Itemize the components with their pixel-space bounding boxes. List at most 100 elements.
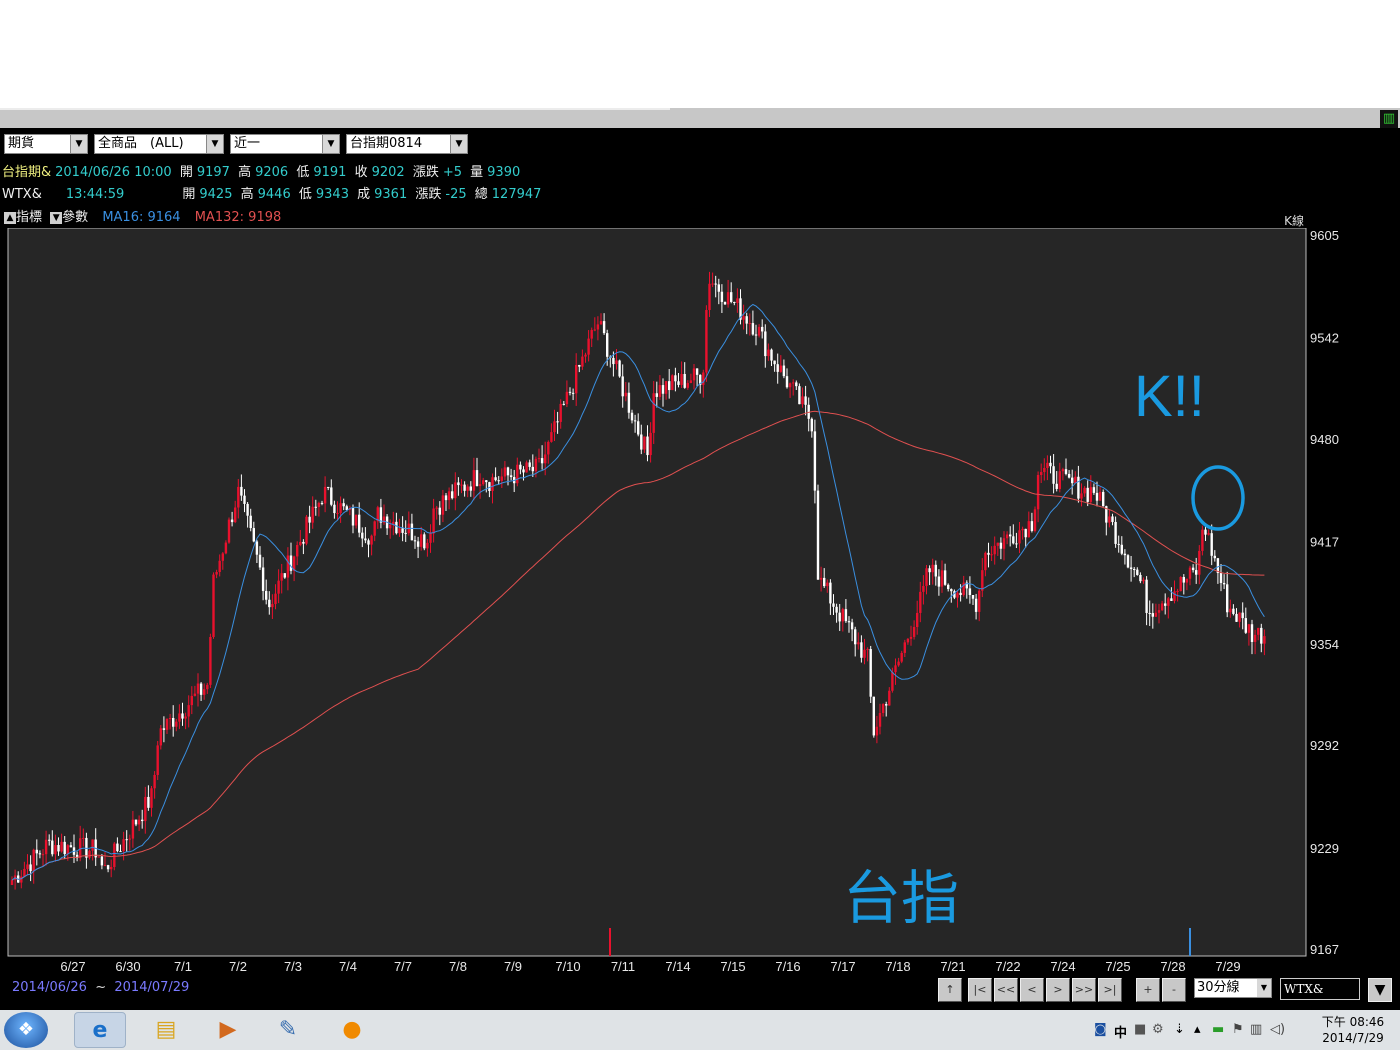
- grid-icon[interactable]: ▥: [1380, 110, 1398, 128]
- chevron-down-icon: ▼: [1257, 979, 1271, 997]
- ime-mode[interactable]: 中: [1114, 1022, 1127, 1041]
- indicator-button[interactable]: 指標: [16, 210, 42, 225]
- quote1-high: 9206: [255, 165, 289, 180]
- first-button[interactable]: |<: [968, 978, 992, 1002]
- y-tick-label: 9480: [1310, 432, 1339, 447]
- zoom-in-button[interactable]: +: [1136, 978, 1160, 1002]
- windows-logo-icon: ❖: [17, 1019, 35, 1040]
- x-tick-label: 7/1: [174, 959, 192, 974]
- folder-icon[interactable]: ▤: [140, 1012, 192, 1048]
- y-tick-label: 9605: [1310, 228, 1339, 243]
- candle-body: [1250, 624, 1254, 642]
- next-page-button[interactable]: >>: [1072, 978, 1096, 1002]
- quote1-chg-label: 漲跌: [412, 165, 439, 180]
- candle-body: [993, 545, 996, 555]
- candle-body: [627, 392, 631, 413]
- zoom-out-button[interactable]: -: [1162, 978, 1186, 1002]
- candle-body: [928, 568, 931, 573]
- candle-body: [497, 480, 500, 482]
- candle-body: [1021, 528, 1024, 531]
- candle-body: [137, 819, 141, 825]
- candle-body: [144, 796, 147, 822]
- date-range: 2014/06/26 ~ 2014/07/29: [12, 980, 189, 995]
- x-tick-label: 7/25: [1105, 959, 1130, 974]
- candle-body: [956, 592, 959, 598]
- pin-icon[interactable]: ⇣: [1174, 1022, 1185, 1037]
- candle-body: [668, 381, 671, 391]
- candle-body: [1176, 591, 1179, 593]
- chat-app-icon[interactable]: ●: [326, 1012, 378, 1048]
- candle-body: [172, 717, 175, 727]
- candle-body: [100, 856, 104, 866]
- quote-line-1: 台指期& 2014/06/26 10:00 開 9197 高 9206 低 9191 收…: [2, 165, 524, 181]
- symbol-input[interactable]: WTX&: [1280, 978, 1360, 1000]
- candle-body: [677, 381, 680, 385]
- dropdown-arrow-button[interactable]: ▼: [1368, 978, 1392, 1002]
- candle-body: [82, 837, 85, 839]
- candle-body: [596, 324, 600, 330]
- candle-body: [968, 588, 972, 596]
- candle-body: [971, 595, 975, 599]
- candle-body: [1167, 598, 1170, 606]
- next-button[interactable]: >: [1046, 978, 1070, 1002]
- prev-button[interactable]: <: [1020, 978, 1044, 1002]
- ie-browser-icon[interactable]: e: [74, 1012, 126, 1048]
- flag-icon[interactable]: ⚑: [1232, 1022, 1244, 1037]
- candle-body: [568, 391, 572, 393]
- param-button[interactable]: 參數: [62, 210, 88, 225]
- candle-body: [1207, 533, 1210, 535]
- tray-expand-icon[interactable]: ▴: [1194, 1022, 1201, 1037]
- date-range-from: 2014/06/26: [12, 980, 87, 995]
- candle-body: [438, 507, 441, 515]
- candle-body: [246, 503, 249, 516]
- candle-body: [519, 464, 522, 470]
- candle-body: [1210, 533, 1213, 556]
- candle-body: [1235, 613, 1238, 622]
- line-chat-icon[interactable]: ▬: [1212, 1022, 1224, 1037]
- candle-body: [785, 376, 789, 388]
- up-button[interactable]: ↑: [938, 978, 962, 1002]
- candle-body: [1170, 598, 1173, 601]
- volume-icon[interactable]: ◁): [1270, 1022, 1285, 1037]
- triangle-up-icon[interactable]: ▲: [4, 211, 16, 224]
- candle-body: [767, 349, 770, 357]
- interval-select[interactable]: 30分線 ▼: [1194, 978, 1272, 998]
- quote2-close: 9361: [374, 187, 408, 202]
- contract-select-value: 台指期0814: [350, 136, 423, 151]
- candle-body: [91, 839, 94, 851]
- candle-body: [54, 845, 57, 855]
- candle-body: [534, 458, 538, 472]
- product-select[interactable]: 全商品 (ALL) ▼: [94, 134, 224, 154]
- media-player-icon[interactable]: ▶: [202, 1012, 254, 1048]
- prev-page-button[interactable]: <<: [994, 978, 1018, 1002]
- candle-body: [311, 506, 314, 523]
- candle-body: [1126, 555, 1130, 568]
- candle-body: [553, 421, 556, 433]
- candle-body: [1238, 612, 1241, 622]
- candle-body: [1232, 608, 1235, 614]
- candle-body: [482, 480, 485, 485]
- candle-body: [819, 577, 823, 580]
- app-icon[interactable]: ✎: [262, 1012, 314, 1048]
- candle-body: [150, 788, 153, 808]
- candle-body: [1036, 474, 1040, 510]
- triangle-down-icon[interactable]: ▼: [50, 211, 63, 224]
- candle-body: [268, 599, 271, 608]
- start-button[interactable]: ❖: [4, 1012, 48, 1048]
- candle-body: [469, 486, 472, 491]
- month-select[interactable]: 近一 ▼: [230, 134, 340, 154]
- quote2-time: 13:44:59: [65, 187, 125, 202]
- candle-body: [398, 528, 401, 534]
- candle-body: [156, 745, 159, 775]
- candlestick-chart[interactable]: 9605 9542 9480 9417 9354 9292 9229 9167 6/27 6/3…: [0, 228, 1400, 976]
- clock[interactable]: 下午 08:46 2014/7/29: [1318, 1014, 1388, 1046]
- square-icon[interactable]: ■: [1134, 1022, 1146, 1037]
- network-icon[interactable]: ▥: [1250, 1022, 1262, 1037]
- market-select[interactable]: 期貨 ▼: [4, 134, 88, 154]
- ime-logo-icon[interactable]: ◙: [1094, 1022, 1107, 1037]
- last-button[interactable]: >|: [1098, 978, 1122, 1002]
- candle-body: [773, 360, 776, 365]
- candle-body: [844, 609, 848, 622]
- contract-select[interactable]: 台指期0814 ▼: [346, 134, 468, 154]
- tool-icon[interactable]: ⚙: [1152, 1022, 1164, 1037]
